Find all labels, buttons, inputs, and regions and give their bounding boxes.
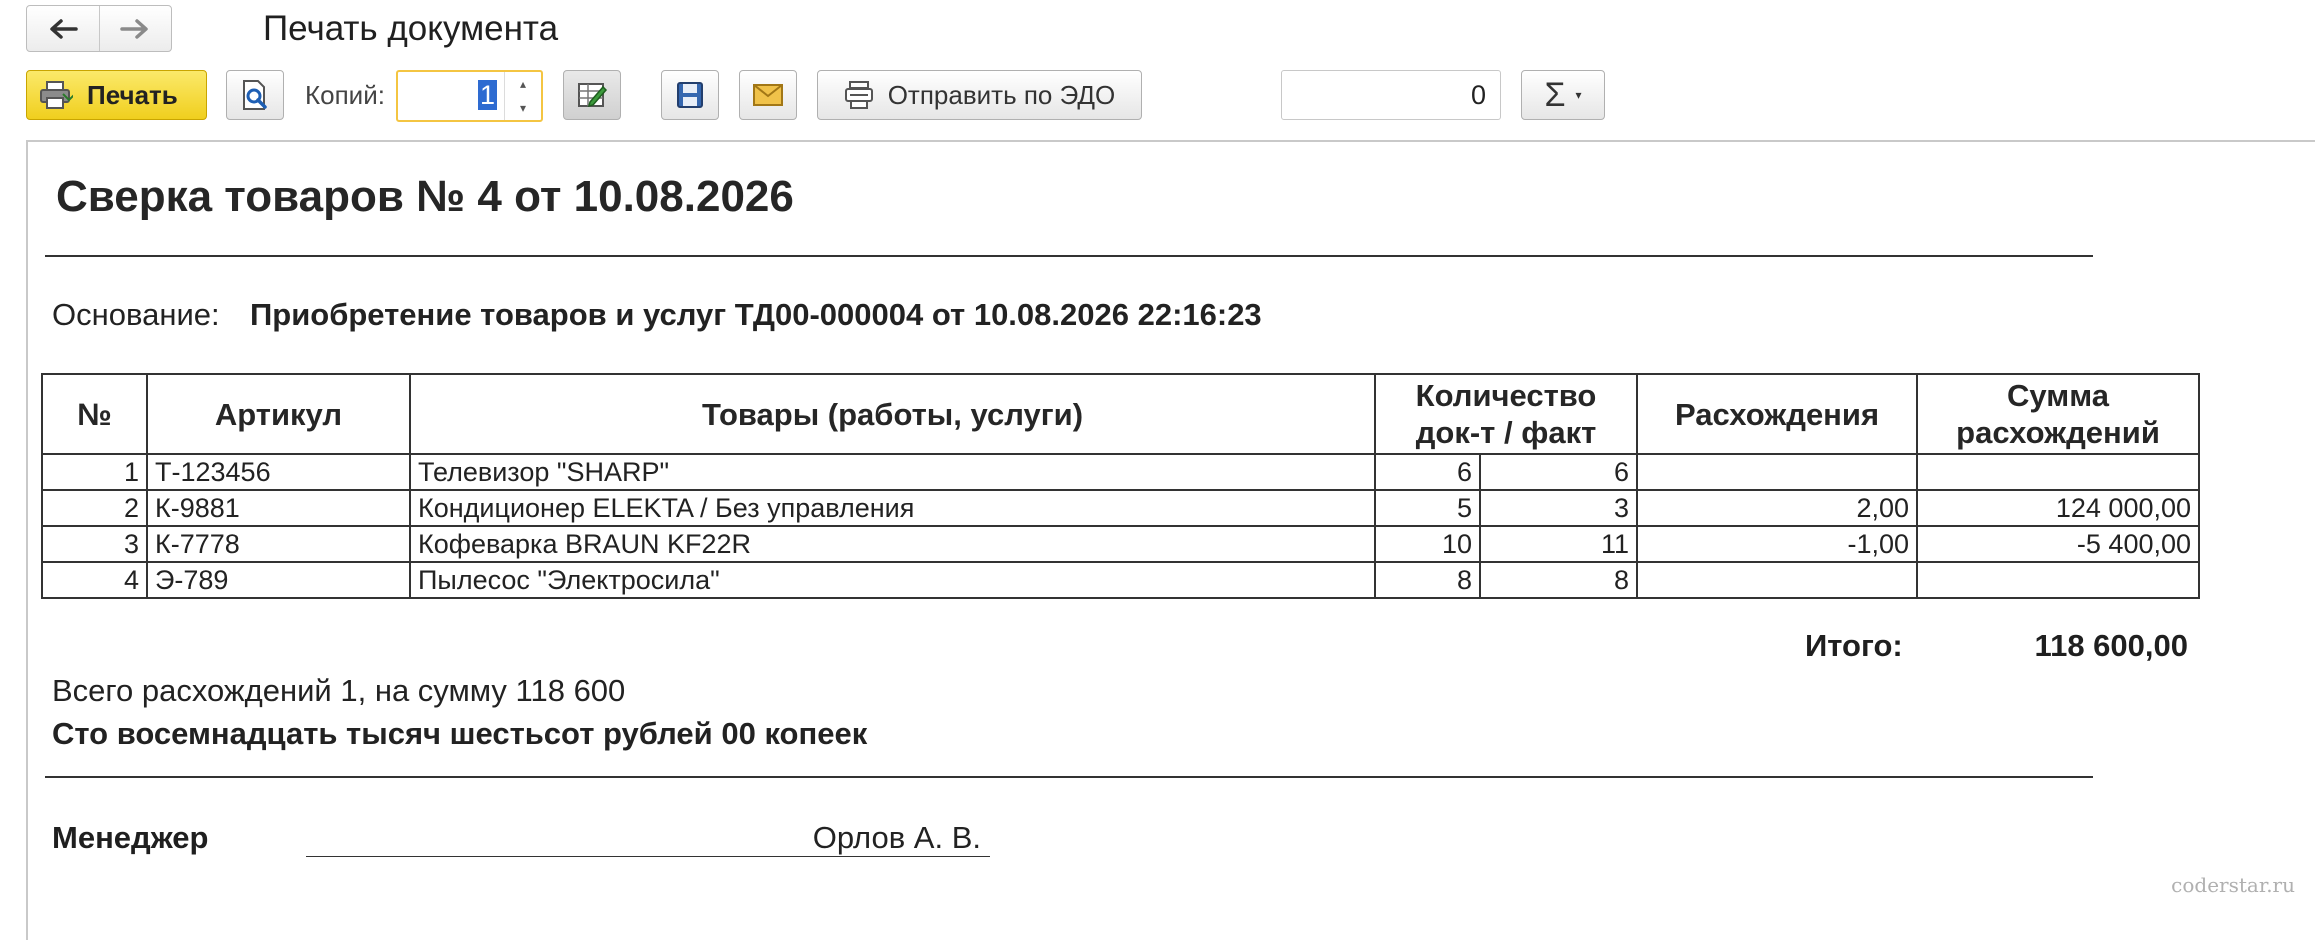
total-value: 118 600,00 xyxy=(2034,628,2188,663)
table-row: 3 К-7778 Кофеварка BRAUN KF22R 10 11 -1,… xyxy=(41,525,2201,563)
history-nav xyxy=(26,5,172,52)
manager-label: Менеджер xyxy=(52,820,209,855)
cell-qty-doc[interactable]: 10 xyxy=(1374,525,1481,563)
printer-icon xyxy=(40,81,73,109)
arrow-right-icon xyxy=(120,18,148,39)
cell-qty-fact[interactable]: 6 xyxy=(1478,453,1639,491)
send-edo-label: Отправить по ЭДО xyxy=(887,79,1116,110)
signature-line xyxy=(306,856,990,857)
preview-button[interactable] xyxy=(226,70,284,120)
site-watermark: coderstar.ru xyxy=(2171,873,2295,897)
back-button[interactable] xyxy=(27,6,99,51)
copies-label: Копий: xyxy=(305,80,385,110)
basis-label: Основание: xyxy=(52,297,220,332)
table-row: 1 Т-123456 Телевизор "SHARP" 6 6 xyxy=(41,453,2201,491)
sigma-icon: Σ xyxy=(1544,75,1566,114)
goods-table: № Артикул Товары (работы, услуги) Количе… xyxy=(41,373,2201,599)
copies-value: 1 xyxy=(477,80,497,110)
send-edo-button[interactable]: Отправить по ЭДО xyxy=(817,70,1142,120)
cell-num[interactable]: 4 xyxy=(41,561,148,599)
col-header-goods: Товары (работы, услуги) xyxy=(409,373,1376,455)
window-title: Печать документа xyxy=(263,9,559,48)
cell-num[interactable]: 1 xyxy=(41,453,148,491)
cell-goods[interactable]: Кофеварка BRAUN KF22R xyxy=(409,525,1376,563)
page-preview-icon xyxy=(243,80,267,110)
cell-sum[interactable] xyxy=(1916,453,2201,491)
save-button[interactable] xyxy=(661,70,719,120)
cell-sum[interactable]: -5 400,00 xyxy=(1916,525,2201,563)
basis-value: Приобретение товаров и услуг ТД00-000004… xyxy=(250,297,1262,332)
envelope-icon xyxy=(753,84,783,106)
document-title: Сверка товаров № 4 от 10.08.2026 xyxy=(56,172,794,221)
cell-discrepancy[interactable]: -1,00 xyxy=(1636,525,1919,563)
col-header-quantity: Количество док-т / факт xyxy=(1373,373,1639,455)
col-header-quantity-line1: Количество xyxy=(1415,378,1597,413)
cell-qty-fact[interactable]: 3 xyxy=(1478,489,1639,527)
edit-table-icon xyxy=(578,83,608,108)
manager-name: Орлов А. В. xyxy=(812,820,981,855)
stepper-up-icon[interactable]: ▴ xyxy=(505,72,541,96)
discrepancy-summary: Всего расхождений 1, на сумму 118 600 xyxy=(52,673,626,708)
amount-in-words: Сто восемнадцать тысяч шестьсот рублей 0… xyxy=(52,716,868,751)
cell-article[interactable]: Т-123456 xyxy=(146,453,411,491)
table-header-row: № Артикул Товары (работы, услуги) Количе… xyxy=(41,373,2201,455)
cell-discrepancy[interactable] xyxy=(1636,561,1919,599)
stepper-down-icon[interactable]: ▾ xyxy=(505,96,541,120)
table-row: 2 К-9881 Кондиционер ELEKTA / Без управл… xyxy=(41,489,2201,527)
copies-input[interactable]: 1 ▴ ▾ xyxy=(396,70,543,122)
cell-goods[interactable]: Пылесос "Электросила" xyxy=(409,561,1376,599)
col-header-sum-line1: Сумма xyxy=(2007,378,2109,413)
cell-article[interactable]: К-9881 xyxy=(146,489,411,527)
col-header-sum: Сумма расхождений xyxy=(1916,373,2201,455)
floppy-disk-icon xyxy=(677,82,703,108)
cell-goods[interactable]: Телевизор "SHARP" xyxy=(409,453,1376,491)
cell-goods[interactable]: Кондиционер ELEKTA / Без управления xyxy=(409,489,1376,527)
cell-qty-fact[interactable]: 11 xyxy=(1478,525,1639,563)
cell-article[interactable]: Э-789 xyxy=(146,561,411,599)
edit-mode-button[interactable] xyxy=(563,70,621,120)
col-header-quantity-line2: док-т / факт xyxy=(1415,415,1597,450)
sum-mode-dropdown[interactable]: Σ ▾ xyxy=(1521,70,1605,120)
cell-article[interactable]: К-7778 xyxy=(146,525,411,563)
col-header-article: Артикул xyxy=(146,373,411,455)
send-email-button[interactable] xyxy=(739,70,797,120)
col-header-num: № xyxy=(41,373,148,455)
cell-sum[interactable] xyxy=(1916,561,2201,599)
table-row: 4 Э-789 Пылесос "Электросила" 8 8 xyxy=(41,561,2201,599)
arrow-left-icon xyxy=(50,18,78,39)
cell-discrepancy[interactable]: 2,00 xyxy=(1636,489,1919,527)
cell-discrepancy[interactable] xyxy=(1636,453,1919,491)
col-header-discrepancy: Расхождения xyxy=(1636,373,1919,455)
cell-qty-doc[interactable]: 8 xyxy=(1374,561,1481,599)
chevron-down-icon: ▾ xyxy=(1575,88,1582,102)
cell-num[interactable]: 3 xyxy=(41,525,148,563)
summary-divider xyxy=(45,776,2093,778)
copies-stepper[interactable]: ▴ ▾ xyxy=(504,72,541,120)
print-button[interactable]: Печать xyxy=(26,70,207,120)
cell-num[interactable]: 2 xyxy=(41,489,148,527)
cell-qty-doc[interactable]: 5 xyxy=(1374,489,1481,527)
cell-qty-fact[interactable]: 8 xyxy=(1478,561,1639,599)
forward-button[interactable] xyxy=(98,6,172,51)
cell-qty-doc[interactable]: 6 xyxy=(1374,453,1481,491)
print-button-label: Печать xyxy=(87,79,178,110)
total-label: Итого: xyxy=(1805,628,1903,663)
title-divider xyxy=(45,255,2093,257)
col-header-sum-line2: расхождений xyxy=(1956,415,2160,450)
document-stack-icon xyxy=(844,81,873,109)
selection-sum-field[interactable]: 0 xyxy=(1281,70,1501,120)
cell-sum[interactable]: 124 000,00 xyxy=(1916,489,2201,527)
